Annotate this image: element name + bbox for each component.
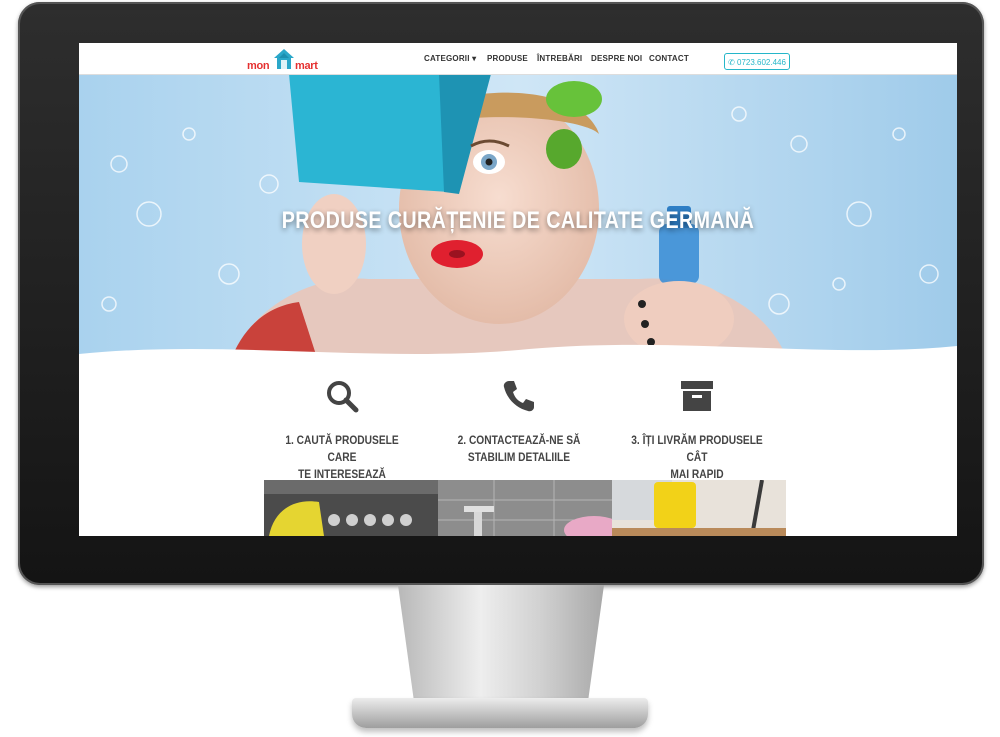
monitor-stand-base xyxy=(352,698,648,728)
house-logo-icon xyxy=(274,49,294,69)
nav-item-categorii[interactable]: CATEGORII ▾ xyxy=(424,54,476,63)
nav-item-intrebari[interactable]: ÎNTREBĂRI xyxy=(537,54,582,63)
step-search: 1. CAUTĂ PRODUSELE CARE TE INTERESEAZĂ xyxy=(262,378,422,483)
site-logo[interactable]: mon mart xyxy=(247,48,321,72)
phone-button[interactable]: ✆ 0723.602.446 xyxy=(724,53,790,70)
top-navbar: mon mart CATEGORII ▾ PRODUSE ÎNTREBĂRI D… xyxy=(79,43,957,75)
logo-text-right: mart xyxy=(295,60,318,72)
search-icon xyxy=(327,381,359,413)
step-delivery: 3. ÎȚI LIVRĂM PRODUSELE CÂT MAI RAPID xyxy=(617,378,777,483)
step-3-label: 3. ÎȚI LIVRĂM PRODUSELE CÂT MAI RAPID xyxy=(631,433,763,481)
hero-banner: PRODUSE CURĂȚENIE DE CALITATE GERMANĂ xyxy=(79,74,957,364)
phone-small-icon: ✆ xyxy=(728,58,735,67)
monitor-frame: mon mart CATEGORII ▾ PRODUSE ÎNTREBĂRI D… xyxy=(18,2,984,585)
gallery-images xyxy=(264,480,786,536)
nav-item-contact[interactable]: CONTACT xyxy=(649,54,689,63)
caret-down-icon: ▾ xyxy=(472,54,477,63)
monitor-stand-neck xyxy=(398,585,604,705)
archive-box-icon xyxy=(681,381,713,411)
phone-number: 0723.602.446 xyxy=(737,58,786,67)
step-1-label: 1. CAUTĂ PRODUSELE CARE TE INTERESEAZĂ xyxy=(285,433,399,481)
phone-icon xyxy=(503,381,534,412)
nav-item-produse[interactable]: PRODUSE xyxy=(487,54,528,63)
browser-screen: mon mart CATEGORII ▾ PRODUSE ÎNTREBĂRI D… xyxy=(79,43,957,536)
nav-item-despre-noi[interactable]: DESPRE NOI xyxy=(591,54,642,63)
hero-title: PRODUSE CURĂȚENIE DE CALITATE GERMANĂ xyxy=(281,207,755,234)
step-contact: 2. CONTACTEAZĂ-NE SĂ STABILIM DETALIILE xyxy=(439,378,599,466)
logo-text-left: mon xyxy=(247,60,270,72)
product-gallery xyxy=(264,480,786,536)
step-2-label: 2. CONTACTEAZĂ-NE SĂ STABILIM DETALIILE xyxy=(457,433,581,464)
